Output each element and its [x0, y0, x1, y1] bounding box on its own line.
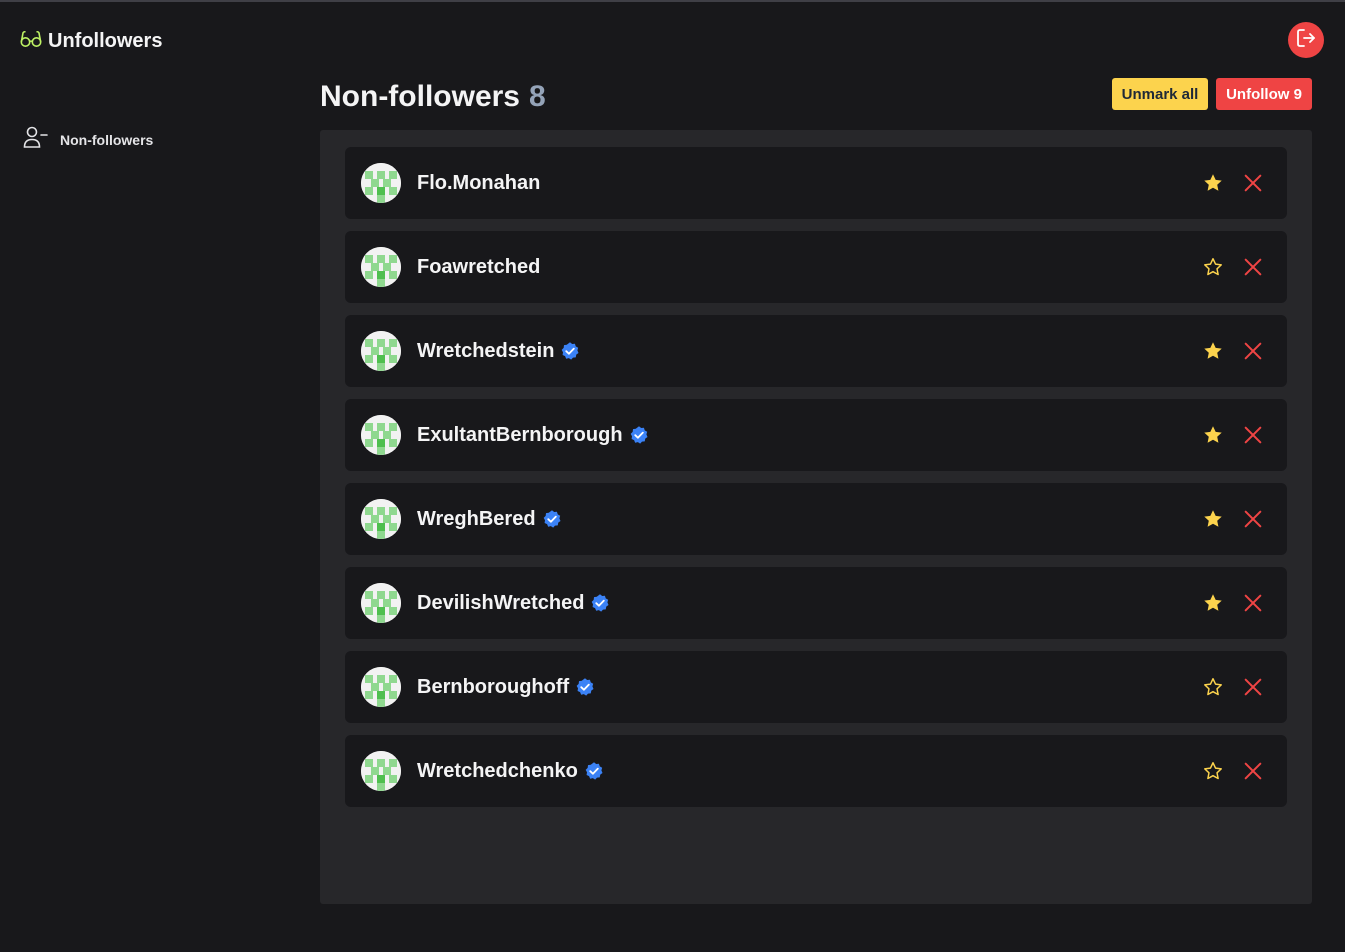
avatar[interactable] [361, 415, 401, 455]
list-item[interactable]: Foawretched [345, 231, 1287, 303]
avatar[interactable] [361, 163, 401, 203]
unfollow-button[interactable]: Unfollow 9 [1216, 78, 1312, 110]
close-icon[interactable] [1241, 423, 1265, 447]
app-brand: Unfollowers [20, 30, 162, 52]
list-item[interactable]: Flo.Monahan [345, 147, 1287, 219]
username-wrap: ExultantBernborough [417, 399, 649, 471]
avatar[interactable] [361, 667, 401, 707]
star-filled-icon[interactable] [1201, 339, 1225, 363]
logout-button[interactable] [1288, 22, 1324, 58]
close-icon[interactable] [1241, 759, 1265, 783]
avatar[interactable] [361, 331, 401, 371]
username-wrap: Wretchedchenko [417, 735, 604, 807]
sidebar-item-non-followers[interactable]: Non-followers [22, 124, 153, 155]
glasses-icon [20, 30, 42, 53]
verified-badge-icon [590, 593, 610, 613]
close-icon[interactable] [1241, 591, 1265, 615]
close-icon[interactable] [1241, 255, 1265, 279]
list-item[interactable]: WreghBered [345, 483, 1287, 555]
list-item[interactable]: Wretchedchenko [345, 735, 1287, 807]
unmark-all-button[interactable]: Unmark all [1112, 78, 1208, 110]
star-outline-icon[interactable] [1201, 255, 1225, 279]
verified-badge-icon [629, 425, 649, 445]
close-icon[interactable] [1241, 507, 1265, 531]
star-outline-icon[interactable] [1201, 759, 1225, 783]
user-minus-icon [22, 124, 48, 155]
username-wrap: WreghBered [417, 483, 562, 555]
avatar[interactable] [361, 247, 401, 287]
verified-badge-icon [584, 761, 604, 781]
username[interactable]: Wretchedchenko [417, 760, 578, 783]
verified-badge-icon [575, 677, 595, 697]
star-filled-icon[interactable] [1201, 591, 1225, 615]
star-filled-icon[interactable] [1201, 507, 1225, 531]
close-icon[interactable] [1241, 675, 1265, 699]
logout-icon [1294, 26, 1318, 55]
non-followers-list: Flo.Monahan Foawretched Wretchedstein Ex… [320, 130, 1312, 904]
username[interactable]: Bernboroughoff [417, 676, 569, 699]
app-title: Unfollowers [48, 29, 163, 52]
window-top-border [0, 0, 1345, 2]
close-icon[interactable] [1241, 171, 1265, 195]
username[interactable]: Wretchedstein [417, 340, 554, 363]
list-item[interactable]: Wretchedstein [345, 315, 1287, 387]
page-title-text: Non-followers [320, 80, 520, 113]
username-wrap: Bernboroughoff [417, 651, 595, 723]
verified-badge-icon [560, 341, 580, 361]
username[interactable]: DevilishWretched [417, 592, 584, 615]
list-item[interactable]: Bernboroughoff [345, 651, 1287, 723]
username-wrap: DevilishWretched [417, 567, 610, 639]
avatar[interactable] [361, 751, 401, 791]
page-title-count: 8 [529, 80, 546, 113]
username-wrap: Flo.Monahan [417, 147, 540, 219]
avatar[interactable] [361, 499, 401, 539]
star-filled-icon[interactable] [1201, 423, 1225, 447]
username[interactable]: ExultantBernborough [417, 424, 623, 447]
list-item[interactable]: DevilishWretched [345, 567, 1287, 639]
username-wrap: Foawretched [417, 231, 540, 303]
close-icon[interactable] [1241, 339, 1265, 363]
star-filled-icon[interactable] [1201, 171, 1225, 195]
sidebar-item-label: Non-followers [60, 131, 154, 148]
username-wrap: Wretchedstein [417, 315, 580, 387]
username[interactable]: WreghBered [417, 508, 536, 531]
list-item[interactable]: ExultantBernborough [345, 399, 1287, 471]
star-outline-icon[interactable] [1201, 675, 1225, 699]
verified-badge-icon [542, 509, 562, 529]
username[interactable]: Flo.Monahan [417, 172, 540, 195]
username[interactable]: Foawretched [417, 256, 540, 279]
page-title: Non-followers 8 [320, 80, 546, 114]
avatar[interactable] [361, 583, 401, 623]
